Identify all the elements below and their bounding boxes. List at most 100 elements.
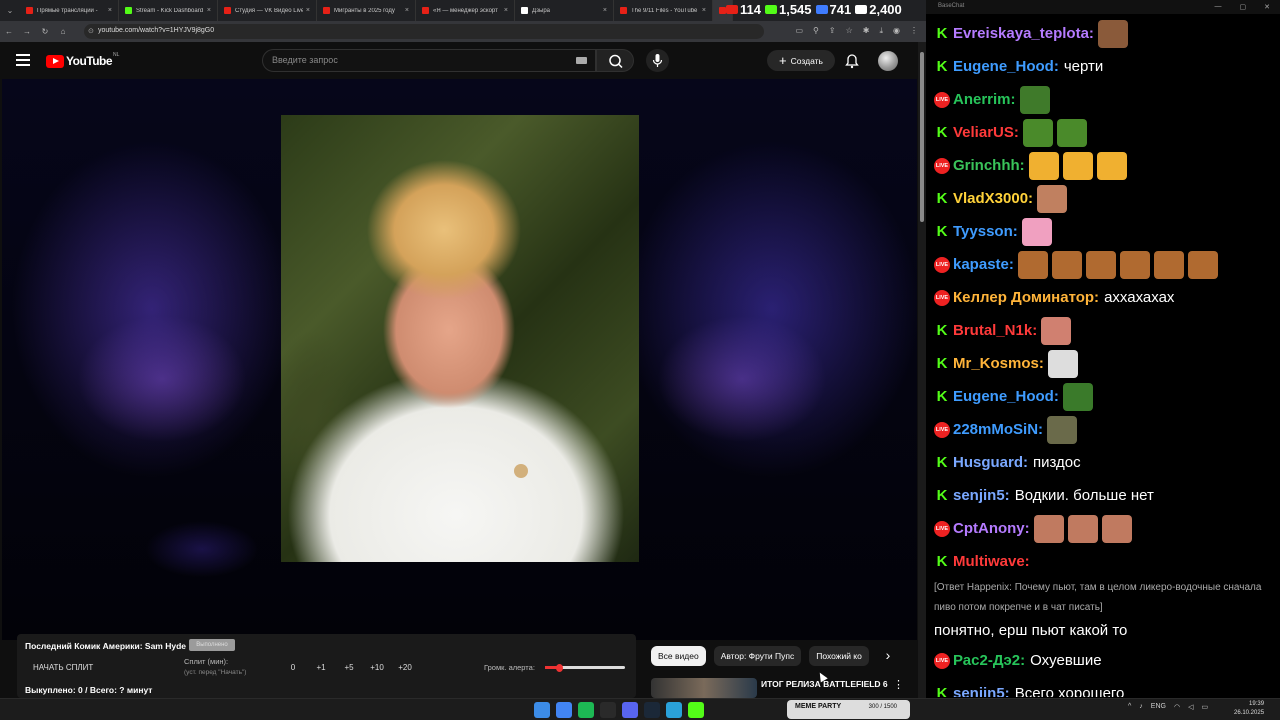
browser-tab[interactable]: Мигранты в 2025 году × bbox=[317, 0, 416, 21]
chat-message: LIVE 228mMoSiN: bbox=[934, 413, 1280, 446]
forward-icon[interactable]: → bbox=[18, 27, 36, 36]
tab-close-icon[interactable]: × bbox=[504, 7, 508, 14]
tab-close-icon[interactable]: × bbox=[603, 7, 607, 14]
browser-tab[interactable]: Дзыра × bbox=[515, 0, 614, 21]
chat-username[interactable]: VladX3000: bbox=[953, 190, 1033, 207]
chip-author[interactable]: Автор: Фрути Пупс bbox=[713, 646, 802, 666]
page-scrollbar[interactable] bbox=[918, 42, 926, 698]
chat-username[interactable]: Brutal_N1k: bbox=[953, 322, 1037, 339]
reload-icon[interactable]: ↻ bbox=[36, 27, 54, 36]
minimize-icon[interactable]: — bbox=[1215, 3, 1222, 11]
chat-username[interactable]: senjin5: bbox=[953, 685, 1010, 697]
chat-username[interactable]: Husguard: bbox=[953, 454, 1028, 471]
taskbar: MEME PARTY 300 / 1500 ^ ♪ ENG ◠ ◁ ▭ 19:3… bbox=[0, 698, 1280, 720]
meme-party-widget[interactable]: MEME PARTY 300 / 1500 bbox=[787, 700, 910, 719]
chip-similar[interactable]: Похожий ко bbox=[809, 646, 869, 666]
chevron-right-icon[interactable]: › bbox=[878, 646, 898, 666]
tab-close-icon[interactable]: × bbox=[207, 7, 211, 14]
battery-icon[interactable]: ▭ bbox=[1201, 703, 1208, 711]
chat-username[interactable]: Келлер Доминатор: bbox=[953, 289, 1099, 306]
notifications-bell-icon[interactable] bbox=[843, 52, 861, 70]
taskbar-app-icon[interactable] bbox=[534, 702, 550, 718]
tab-close-icon[interactable]: × bbox=[306, 7, 310, 14]
taskbar-app-icon[interactable] bbox=[600, 702, 616, 718]
download-icon[interactable]: ⤓ bbox=[879, 26, 883, 36]
recommendation-title[interactable]: ИТОГ РЕЛИЗА BATTLEFIELD 6 bbox=[761, 679, 888, 689]
chat-username[interactable]: 228mMoSiN: bbox=[953, 421, 1043, 438]
chat-username[interactable]: senjin5: bbox=[953, 487, 1010, 504]
split-step-button[interactable]: +5 bbox=[335, 663, 363, 672]
wifi-icon[interactable]: ◠ bbox=[1174, 703, 1180, 711]
split-step-button[interactable]: +1 bbox=[307, 663, 335, 672]
chat-username[interactable]: Grinchhh: bbox=[953, 157, 1025, 174]
language-indicator[interactable]: ENG bbox=[1151, 703, 1166, 711]
browser-tab[interactable]: The 9/11 Files - YouTube × bbox=[614, 0, 713, 21]
scrollbar-thumb[interactable] bbox=[920, 52, 924, 222]
browser-tab[interactable]: Прямые трансляции - × bbox=[20, 0, 119, 21]
zoom-icon[interactable]: ⚲ bbox=[813, 26, 819, 36]
chat-username[interactable]: Eugene_Hood: bbox=[953, 388, 1059, 405]
url-field[interactable]: ⊙ youtube.com/watch?v=1HYJV9j8gG0 bbox=[84, 24, 764, 39]
menu-dots-icon[interactable]: ⋮ bbox=[910, 26, 918, 36]
chat-username[interactable]: kapaste: bbox=[953, 256, 1014, 273]
split-step-button[interactable]: +10 bbox=[363, 663, 391, 672]
chat-username[interactable]: Eugene_Hood: bbox=[953, 58, 1059, 75]
chat-username[interactable]: VeliarUS: bbox=[953, 124, 1019, 141]
chat-username[interactable]: Tyysson: bbox=[953, 223, 1018, 240]
create-button[interactable]: + Создать bbox=[767, 50, 835, 71]
create-label: Создать bbox=[790, 55, 823, 66]
share-icon[interactable]: ⇪ bbox=[829, 26, 836, 36]
taskbar-app-icon[interactable] bbox=[578, 702, 594, 718]
split-value: 0 bbox=[290, 663, 296, 672]
speaker-icon[interactable]: ◁ bbox=[1188, 703, 1193, 711]
browser-tab[interactable]: «Я — менеджер эскорт × bbox=[416, 0, 515, 21]
clock[interactable]: 19:39 26.10.2025 bbox=[1234, 700, 1264, 718]
chat-username[interactable]: Mr_Kosmos: bbox=[953, 355, 1044, 372]
tab-close-icon[interactable]: × bbox=[405, 7, 409, 14]
video-player[interactable]: ⇄ ((·)) ▤ ▦ ▢ ▭ ◔ ⊞ ◙ ⚙ bbox=[2, 79, 917, 640]
slider-thumb[interactable] bbox=[555, 663, 563, 672]
chip-all-videos[interactable]: Все видео bbox=[651, 646, 706, 666]
chat-username[interactable]: Multiwave: bbox=[953, 553, 1030, 570]
tab-close-icon[interactable]: × bbox=[702, 7, 706, 14]
profile-icon[interactable]: ◉ bbox=[893, 26, 900, 36]
tab-title: Дзыра bbox=[532, 7, 550, 14]
start-split-button[interactable]: НАЧАТЬ СПЛИТ bbox=[33, 663, 93, 672]
search-button[interactable] bbox=[596, 49, 634, 72]
chat-username[interactable]: Рас2-Дэ2: bbox=[953, 652, 1025, 669]
chat-username[interactable]: CptAnony: bbox=[953, 520, 1030, 537]
volume-tray-icon[interactable]: ♪ bbox=[1139, 703, 1143, 711]
tab-search-chevron-icon[interactable]: ⌄ bbox=[0, 6, 20, 15]
search-input[interactable]: Введите запрос bbox=[262, 49, 596, 72]
taskbar-app-icon[interactable] bbox=[666, 702, 682, 718]
hamburger-menu-icon[interactable] bbox=[16, 54, 30, 66]
tab-close-icon[interactable]: × bbox=[108, 7, 112, 14]
youtube-logo[interactable]: YouTube NL bbox=[46, 52, 119, 68]
keyboard-icon[interactable] bbox=[576, 57, 587, 64]
site-info-icon[interactable]: ⊙ bbox=[88, 27, 94, 35]
taskbar-app-icon[interactable] bbox=[644, 702, 660, 718]
bookmark-star-icon[interactable]: ☆ bbox=[846, 26, 853, 36]
home-icon[interactable]: ⌂ bbox=[54, 27, 72, 36]
account-avatar[interactable] bbox=[878, 51, 898, 71]
cast-icon[interactable]: ▭ bbox=[795, 26, 803, 36]
tab-title: Мигранты в 2025 году bbox=[334, 7, 395, 14]
tray-chevron-icon[interactable]: ^ bbox=[1128, 703, 1131, 711]
alert-volume-slider[interactable] bbox=[545, 663, 625, 672]
browser-tab[interactable]: Stream - Kick Dashboard × bbox=[119, 0, 218, 21]
close-icon[interactable]: ✕ bbox=[1264, 3, 1270, 11]
more-actions-icon[interactable]: ⋮ bbox=[893, 678, 904, 691]
chat-username[interactable]: Anerrim: bbox=[953, 91, 1016, 108]
back-icon[interactable]: ← bbox=[0, 27, 18, 36]
voice-search-button[interactable] bbox=[646, 49, 669, 72]
chat-emote bbox=[1022, 118, 1053, 147]
extensions-icon[interactable]: ✱ bbox=[863, 26, 870, 36]
maximize-icon[interactable]: ▢ bbox=[1240, 3, 1247, 11]
recommendation-thumbnail[interactable] bbox=[651, 678, 757, 698]
taskbar-app-icon[interactable] bbox=[688, 702, 704, 718]
taskbar-app-icon[interactable] bbox=[622, 702, 638, 718]
split-step-button[interactable]: +20 bbox=[391, 663, 419, 672]
taskbar-app-icon[interactable] bbox=[556, 702, 572, 718]
browser-tab[interactable]: Студия — VK Видео Live × bbox=[218, 0, 317, 21]
chat-username[interactable]: Evreiskaya_teplota: bbox=[953, 25, 1094, 42]
